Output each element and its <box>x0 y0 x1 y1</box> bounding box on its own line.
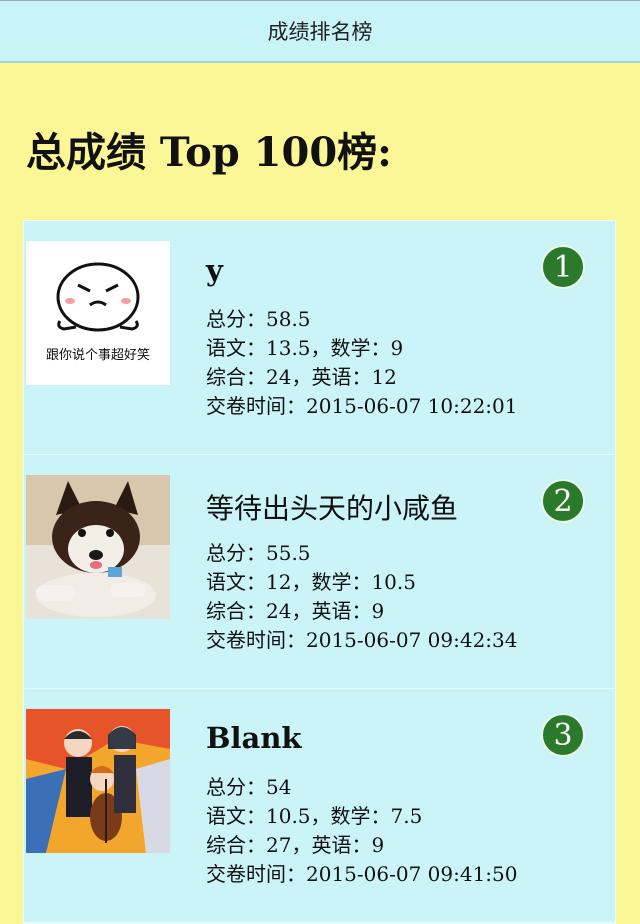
top-bar: 成绩排名榜 <box>0 0 640 63</box>
ranking-heading: 总成绩 Top 100榜: <box>26 129 392 176</box>
score-info: 总分：54 语文：10.5，数学：7.5 综合：27，英语：9 交卷时间：201… <box>206 773 518 889</box>
user-name: Blank <box>206 721 302 755</box>
submit-time: 交卷时间：2015-06-07 09:41:50 <box>206 862 518 886</box>
combined-english-score: 综合：27，英语：9 <box>206 833 385 857</box>
combined-english-score: 综合：24，英语：9 <box>206 599 385 623</box>
svg-text:跟你说个事超好笑: 跟你说个事超好笑 <box>46 347 150 363</box>
page-title: 成绩排名榜 <box>267 20 373 44</box>
submit-time: 交卷时间：2015-06-07 10:22:01 <box>206 394 518 418</box>
combined-english-score: 综合：24，英语：12 <box>206 365 397 389</box>
meme-avatar-image: 跟你说个事超好笑 <box>26 241 170 385</box>
total-score: 总分：54 <box>206 775 292 799</box>
anime-avatar-image <box>26 709 170 853</box>
rank-badge: 2 <box>541 479 585 523</box>
rank-badge: 1 <box>541 245 585 289</box>
chinese-math-score: 语文：12，数学：10.5 <box>206 570 416 594</box>
ranking-row[interactable]: 等待出头天的小咸鱼 总分：55.5 语文：12，数学：10.5 综合：24，英语… <box>24 455 615 689</box>
chinese-math-score: 语文：13.5，数学：9 <box>206 336 404 360</box>
score-info: 总分：55.5 语文：12，数学：10.5 综合：24，英语：9 交卷时间：20… <box>206 539 518 655</box>
total-score: 总分：55.5 <box>206 541 311 565</box>
avatar <box>26 475 170 619</box>
chinese-math-score: 语文：10.5，数学：7.5 <box>206 804 423 828</box>
rank-badge: 3 <box>541 713 585 757</box>
avatar <box>26 709 170 853</box>
user-name: y <box>206 253 223 287</box>
avatar: 跟你说个事超好笑 <box>26 241 170 385</box>
total-score: 总分：58.5 <box>206 307 311 331</box>
ranking-row[interactable]: Blank 总分：54 语文：10.5，数学：7.5 综合：27，英语：9 交卷… <box>24 689 615 923</box>
user-name: 等待出头天的小咸鱼 <box>206 492 459 525</box>
score-info: 总分：58.5 语文：13.5，数学：9 综合：24，英语：12 交卷时间：20… <box>206 305 518 421</box>
ranking-list: 跟你说个事超好笑 y 总分：58.5 语文：13.5，数学：9 综合：24，英语… <box>23 220 616 924</box>
submit-time: 交卷时间：2015-06-07 09:42:34 <box>206 628 518 652</box>
ranking-row[interactable]: 跟你说个事超好笑 y 总分：58.5 语文：13.5，数学：9 综合：24，英语… <box>24 221 615 455</box>
dog-avatar-image <box>26 475 170 619</box>
